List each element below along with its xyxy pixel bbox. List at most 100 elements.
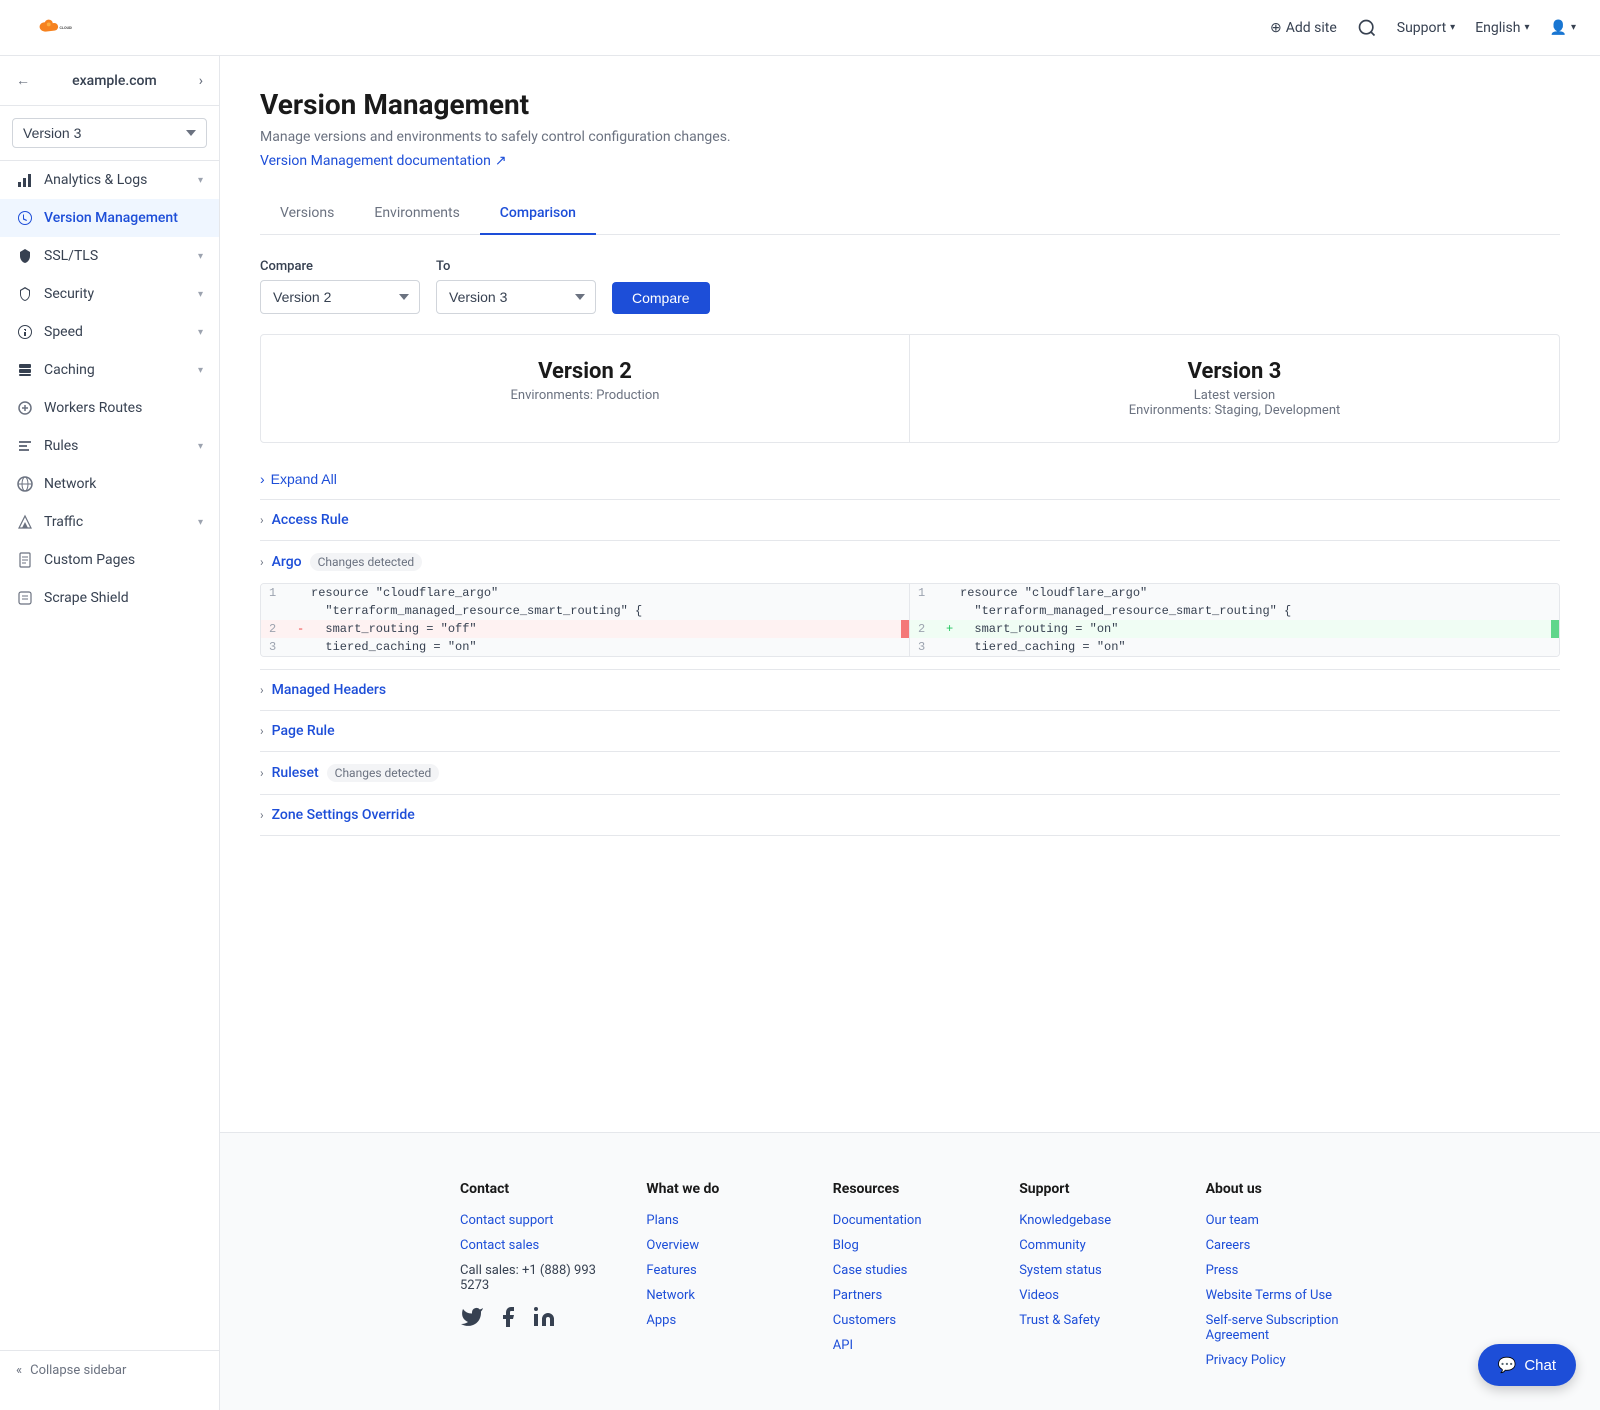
security-chevron-icon: ▾: [198, 289, 203, 300]
diff-line: 1 resource "cloudflare_argo": [910, 584, 1559, 602]
ruleset-chevron-icon: ›: [260, 766, 264, 780]
sidebar-item-caching[interactable]: Caching ▾: [0, 351, 219, 389]
logo[interactable]: CLOUDFLARE: [24, 12, 72, 44]
diff-line-added: 2 + smart_routing = "on": [910, 620, 1559, 638]
footer-link-partners[interactable]: Partners: [833, 1288, 987, 1303]
footer-link-system-status[interactable]: System status: [1019, 1263, 1173, 1278]
chat-button[interactable]: 💬 Chat: [1478, 1344, 1576, 1386]
footer-link-contact-sales[interactable]: Contact sales: [460, 1238, 614, 1253]
sidebar: ← example.com › Version 1 Version 2 Vers…: [0, 56, 220, 1410]
footer-link-our-team[interactable]: Our team: [1206, 1213, 1360, 1228]
diff-added-marker: [1551, 620, 1559, 638]
user-menu[interactable]: 👤 ▾: [1550, 20, 1576, 36]
forward-arrow-icon: ›: [199, 73, 203, 89]
caching-chevron-icon: ▾: [198, 365, 203, 376]
diff-line: "terraform_managed_resource_smart_routin…: [910, 602, 1559, 620]
sidebar-item-network[interactable]: Network: [0, 465, 219, 503]
sidebar-item-label-custom-pages: Custom Pages: [44, 552, 135, 568]
sidebar-item-security[interactable]: Security ▾: [0, 275, 219, 313]
version-right-env: Environments: Staging, Development: [934, 403, 1535, 418]
footer-link-overview[interactable]: Overview: [646, 1238, 800, 1253]
managed-headers-chevron-icon: ›: [260, 683, 264, 697]
footer-link-blog[interactable]: Blog: [833, 1238, 987, 1253]
compare-controls: Compare Version 1 Version 2 Version 3 To…: [260, 235, 1560, 334]
sidebar-item-workers-routes[interactable]: Workers Routes: [0, 389, 219, 427]
doc-link[interactable]: Version Management documentation ↗: [260, 153, 507, 169]
footer-link-community[interactable]: Community: [1019, 1238, 1173, 1253]
expand-all-chevron-icon: ›: [260, 471, 265, 487]
footer-link-customers[interactable]: Customers: [833, 1313, 987, 1328]
compare-button[interactable]: Compare: [612, 282, 710, 314]
page-rule-title: Page Rule: [272, 723, 335, 739]
zone-settings-title: Zone Settings Override: [272, 807, 415, 823]
footer-link-videos[interactable]: Videos: [1019, 1288, 1173, 1303]
compare-from-select[interactable]: Version 1 Version 2 Version 3: [260, 280, 420, 314]
sidebar-item-custom-pages[interactable]: Custom Pages: [0, 541, 219, 579]
footer-link-trust-safety[interactable]: Trust & Safety: [1019, 1313, 1173, 1328]
expand-all-button[interactable]: › Expand All: [260, 471, 337, 487]
footer-link-privacy-policy[interactable]: Privacy Policy: [1206, 1353, 1360, 1368]
sidebar-item-analytics[interactable]: Analytics & Logs ▾: [0, 161, 219, 199]
facebook-icon[interactable]: [496, 1305, 520, 1329]
footer-link-documentation[interactable]: Documentation: [833, 1213, 987, 1228]
footer-call-sales: Call sales: +1 (888) 993 5273: [460, 1263, 614, 1293]
footer-link-plans[interactable]: Plans: [646, 1213, 800, 1228]
sidebar-item-speed[interactable]: Speed ▾: [0, 313, 219, 351]
diff-left-col: 1 resource "cloudflare_argo" "terraform_…: [261, 584, 910, 656]
domain-label: example.com: [72, 73, 157, 89]
zone-settings-header[interactable]: › Zone Settings Override: [260, 807, 1560, 823]
social-icons: [460, 1305, 614, 1329]
footer-link-self-serve[interactable]: Self-serve Subscription Agreement: [1206, 1313, 1360, 1343]
footer-link-contact-support[interactable]: Contact support: [460, 1213, 614, 1228]
footer-link-knowledgebase[interactable]: Knowledgebase: [1019, 1213, 1173, 1228]
tab-versions[interactable]: Versions: [260, 193, 354, 235]
sidebar-item-scrape-shield[interactable]: Scrape Shield: [0, 579, 219, 617]
tab-comparison[interactable]: Comparison: [480, 193, 596, 235]
collapse-sidebar-button[interactable]: « Collapse sidebar: [0, 1350, 219, 1390]
footer-link-case-studies[interactable]: Case studies: [833, 1263, 987, 1278]
search-button[interactable]: [1357, 18, 1377, 38]
ssl-tls-chevron-icon: ▾: [198, 251, 203, 262]
footer-link-careers[interactable]: Careers: [1206, 1238, 1360, 1253]
traffic-chevron-icon: ▾: [198, 517, 203, 528]
main-layout: ← example.com › Version 1 Version 2 Vers…: [0, 56, 1600, 1410]
argo-chevron-icon: ›: [260, 555, 264, 569]
footer-col-what-we-do: What we do Plans Overview Features Netwo…: [646, 1181, 800, 1378]
version-select-dropdown[interactable]: Version 1 Version 2 Version 3: [12, 118, 207, 148]
sidebar-item-label-traffic: Traffic: [44, 514, 83, 530]
sidebar-item-ssl-tls[interactable]: SSL/TLS ▾: [0, 237, 219, 275]
comparison-item-page-rule: › Page Rule: [260, 711, 1560, 752]
version-right-title: Version 3: [934, 359, 1535, 384]
compare-to-select[interactable]: Version 1 Version 2 Version 3: [436, 280, 596, 314]
linkedin-icon[interactable]: [532, 1305, 556, 1329]
footer-link-press[interactable]: Press: [1206, 1263, 1360, 1278]
page-rule-header[interactable]: › Page Rule: [260, 723, 1560, 739]
sidebar-item-label-rules: Rules: [44, 438, 78, 454]
ruleset-title: Ruleset: [272, 765, 319, 781]
footer-link-features[interactable]: Features: [646, 1263, 800, 1278]
sidebar-item-rules[interactable]: Rules ▾: [0, 427, 219, 465]
sidebar-item-traffic[interactable]: Traffic ▾: [0, 503, 219, 541]
top-nav-actions: ⊕ Add site Support ▾ English ▾ 👤 ▾: [1270, 18, 1576, 38]
footer-link-website-terms[interactable]: Website Terms of Use: [1206, 1288, 1360, 1303]
footer: Contact Contact support Contact sales Ca…: [220, 1132, 1600, 1410]
comparison-item-argo: › Argo Changes detected 1 resource "clou…: [260, 541, 1560, 670]
sidebar-domain[interactable]: ← example.com ›: [0, 56, 219, 106]
support-dropdown[interactable]: Support ▾: [1397, 20, 1455, 36]
add-site-button[interactable]: ⊕ Add site: [1270, 20, 1337, 36]
footer-link-api[interactable]: API: [833, 1338, 987, 1353]
tab-environments[interactable]: Environments: [354, 193, 479, 235]
twitter-icon[interactable]: [460, 1305, 484, 1329]
language-dropdown[interactable]: English ▾: [1475, 20, 1529, 36]
footer-link-network[interactable]: Network: [646, 1288, 800, 1303]
comparison-item-managed-headers: › Managed Headers: [260, 670, 1560, 711]
tabs: Versions Environments Comparison: [260, 193, 1560, 235]
managed-headers-header[interactable]: › Managed Headers: [260, 682, 1560, 698]
ssl-tls-icon: [16, 247, 34, 265]
sidebar-item-version-management[interactable]: Version Management: [0, 199, 219, 237]
argo-changes-badge: Changes detected: [310, 553, 423, 571]
argo-header[interactable]: › Argo Changes detected: [260, 553, 1560, 571]
ruleset-header[interactable]: › Ruleset Changes detected: [260, 764, 1560, 782]
access-rule-header[interactable]: › Access Rule: [260, 512, 1560, 528]
footer-link-apps[interactable]: Apps: [646, 1313, 800, 1328]
